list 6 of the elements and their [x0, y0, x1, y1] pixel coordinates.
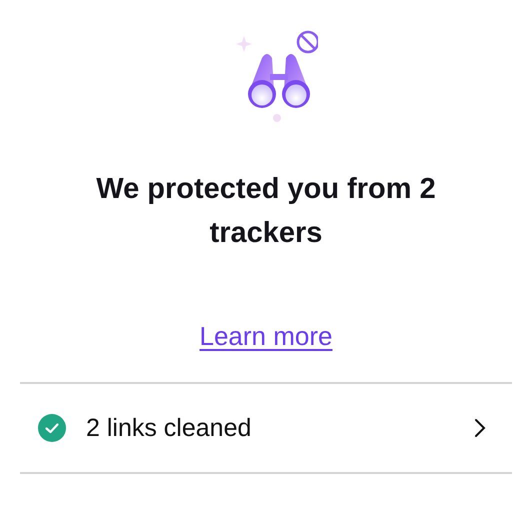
- heading: We protected you from 2 trackers: [95, 172, 437, 251]
- list-row[interactable]: 2 links cleaned: [20, 384, 512, 474]
- row-label: 2 links cleaned: [86, 414, 252, 442]
- chevron-right-icon: [474, 418, 486, 438]
- check-icon: [38, 414, 66, 442]
- learn-more-link[interactable]: Learn more: [200, 321, 332, 352]
